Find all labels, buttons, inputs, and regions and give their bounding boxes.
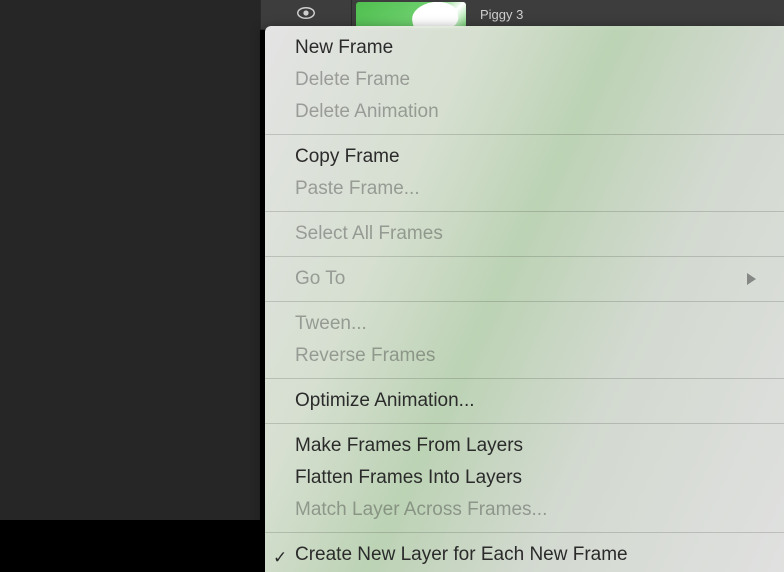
menu-item-label: Copy Frame [295, 144, 756, 170]
menu-item-label: Tween... [295, 311, 756, 337]
menu-item-optimize-animation[interactable]: Optimize Animation... [265, 385, 784, 417]
menu-item-label: Reverse Frames [295, 343, 756, 369]
menu-item-label: Flatten Frames Into Layers [295, 465, 756, 491]
menu-item-label: Delete Frame [295, 67, 756, 93]
canvas-border-bottom [0, 520, 260, 572]
timeline-context-menu: New Frame Delete Frame Delete Animation … [265, 26, 784, 572]
menu-item-reverse-frames: Reverse Frames [265, 340, 784, 372]
canvas-area [0, 0, 260, 520]
menu-item-paste-frame: Paste Frame... [265, 173, 784, 205]
menu-item-create-new-layer-each-frame[interactable]: ✓ Create New Layer for Each New Frame [265, 539, 784, 571]
menu-item-tween: Tween... [265, 308, 784, 340]
menu-item-label: Match Layer Across Frames... [295, 497, 756, 523]
menu-item-delete-animation: Delete Animation [265, 96, 784, 128]
menu-item-label: Select All Frames [295, 221, 756, 247]
menu-item-new-frame[interactable]: New Frame [265, 32, 784, 64]
menu-item-label: Create New Layer for Each New Frame [295, 542, 756, 568]
menu-item-select-all-frames: Select All Frames [265, 218, 784, 250]
menu-item-label: Delete Animation [295, 99, 756, 125]
menu-item-make-frames-from-layers[interactable]: Make Frames From Layers [265, 430, 784, 462]
menu-item-label: New Frame [295, 35, 756, 61]
menu-item-match-layer-across-frames: Match Layer Across Frames... [265, 494, 784, 526]
submenu-arrow-icon [747, 273, 756, 285]
eye-icon [297, 6, 315, 24]
menu-item-label: Optimize Animation... [295, 388, 756, 414]
app-root: Piggy 3 New Frame Delete Frame Delete An… [0, 0, 784, 572]
menu-item-label: Make Frames From Layers [295, 433, 756, 459]
menu-item-delete-frame: Delete Frame [265, 64, 784, 96]
menu-item-label: Paste Frame... [295, 176, 756, 202]
layer-thumbnail[interactable] [356, 2, 466, 28]
menu-item-go-to: Go To [265, 263, 784, 295]
menu-item-label: Go To [295, 266, 735, 292]
menu-item-flatten-frames-into-layers[interactable]: Flatten Frames Into Layers [265, 462, 784, 494]
checkmark-icon: ✓ [273, 545, 287, 571]
layer-name-label: Piggy 3 [480, 7, 523, 22]
menu-item-copy-frame[interactable]: Copy Frame [265, 141, 784, 173]
